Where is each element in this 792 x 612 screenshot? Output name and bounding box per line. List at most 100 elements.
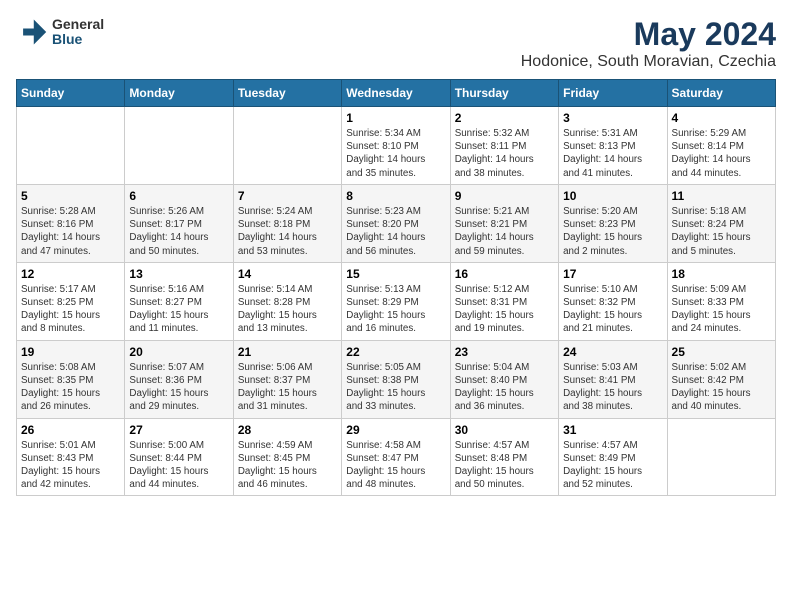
day-number: 18: [672, 267, 771, 281]
day-number: 19: [21, 345, 120, 359]
table-row: 3 Sunrise: 5:31 AM Sunset: 8:13 PM Daylig…: [559, 107, 667, 185]
day-number: 2: [455, 111, 554, 125]
table-row: 1 Sunrise: 5:34 AM Sunset: 8:10 PM Daylig…: [342, 107, 450, 185]
day-info: Sunrise: 4:59 AM Sunset: 8:45 PM Dayligh…: [238, 439, 337, 492]
logo-text: General Blue: [52, 17, 104, 48]
day-info: Sunrise: 5:17 AM Sunset: 8:25 PM Dayligh…: [21, 283, 120, 336]
table-row: 12 Sunrise: 5:17 AM Sunset: 8:25 PM Dayli…: [17, 262, 125, 340]
calendar-week-row: 26 Sunrise: 5:01 AM Sunset: 8:43 PM Dayli…: [17, 418, 776, 496]
table-row: 31Sunrise: 4:57 AM Sunset: 8:49 PM Dayli…: [559, 418, 667, 496]
table-row: 11 Sunrise: 5:18 AM Sunset: 8:24 PM Dayli…: [667, 184, 775, 262]
day-info: Sunrise: 5:03 AM Sunset: 8:41 PM Dayligh…: [563, 361, 662, 414]
calendar-week-row: 5 Sunrise: 5:28 AM Sunset: 8:16 PM Daylig…: [17, 184, 776, 262]
table-row: 29 Sunrise: 4:58 AM Sunset: 8:47 PM Dayli…: [342, 418, 450, 496]
day-number: 26: [21, 423, 120, 437]
day-number: 15: [346, 267, 445, 281]
day-info: Sunrise: 5:29 AM Sunset: 8:14 PM Dayligh…: [672, 127, 771, 180]
table-row: 19Sunrise: 5:08 AM Sunset: 8:35 PM Dayli…: [17, 340, 125, 418]
day-number: 24: [563, 345, 662, 359]
day-info: Sunrise: 5:10 AM Sunset: 8:32 PM Dayligh…: [563, 283, 662, 336]
table-row: 22Sunrise: 5:05 AM Sunset: 8:38 PM Dayli…: [342, 340, 450, 418]
calendar-week-row: 1 Sunrise: 5:34 AM Sunset: 8:10 PM Daylig…: [17, 107, 776, 185]
table-row: 23 Sunrise: 5:04 AM Sunset: 8:40 PM Dayli…: [450, 340, 558, 418]
day-number: 28: [238, 423, 337, 437]
table-row: 8 Sunrise: 5:23 AM Sunset: 8:20 PM Daylig…: [342, 184, 450, 262]
day-info: Sunrise: 5:04 AM Sunset: 8:40 PM Dayligh…: [455, 361, 554, 414]
header-wednesday: Wednesday: [342, 80, 450, 107]
day-number: 8: [346, 189, 445, 203]
calendar-week-row: 12 Sunrise: 5:17 AM Sunset: 8:25 PM Dayli…: [17, 262, 776, 340]
day-number: 20: [129, 345, 228, 359]
day-number: 25: [672, 345, 771, 359]
header-sunday: Sunday: [17, 80, 125, 107]
day-info: Sunrise: 5:12 AM Sunset: 8:31 PM Dayligh…: [455, 283, 554, 336]
calendar-title: May 2024: [521, 16, 776, 53]
day-number: 31: [563, 423, 662, 437]
table-row: [125, 107, 233, 185]
calendar-subtitle: Hodonice, South Moravian, Czechia: [521, 53, 776, 71]
table-row: 17 Sunrise: 5:10 AM Sunset: 8:32 PM Dayli…: [559, 262, 667, 340]
table-row: 27 Sunrise: 5:00 AM Sunset: 8:44 PM Dayli…: [125, 418, 233, 496]
day-number: 14: [238, 267, 337, 281]
day-info: Sunrise: 5:16 AM Sunset: 8:27 PM Dayligh…: [129, 283, 228, 336]
day-number: 3: [563, 111, 662, 125]
day-info: Sunrise: 5:02 AM Sunset: 8:42 PM Dayligh…: [672, 361, 771, 414]
logo-blue: Blue: [52, 32, 104, 47]
day-info: Sunrise: 5:24 AM Sunset: 8:18 PM Dayligh…: [238, 205, 337, 258]
table-row: 2 Sunrise: 5:32 AM Sunset: 8:11 PM Daylig…: [450, 107, 558, 185]
day-number: 21: [238, 345, 337, 359]
day-number: 9: [455, 189, 554, 203]
table-row: [233, 107, 341, 185]
day-info: Sunrise: 5:28 AM Sunset: 8:16 PM Dayligh…: [21, 205, 120, 258]
day-number: 22: [346, 345, 445, 359]
title-block: May 2024 Hodonice, South Moravian, Czech…: [521, 16, 776, 71]
table-row: 15 Sunrise: 5:13 AM Sunset: 8:29 PM Dayli…: [342, 262, 450, 340]
day-info: Sunrise: 5:01 AM Sunset: 8:43 PM Dayligh…: [21, 439, 120, 492]
day-number: 17: [563, 267, 662, 281]
day-info: Sunrise: 5:18 AM Sunset: 8:24 PM Dayligh…: [672, 205, 771, 258]
calendar-table: Sunday Monday Tuesday Wednesday Thursday…: [16, 79, 776, 496]
day-info: Sunrise: 5:34 AM Sunset: 8:10 PM Dayligh…: [346, 127, 445, 180]
table-row: 30Sunrise: 4:57 AM Sunset: 8:48 PM Dayli…: [450, 418, 558, 496]
day-info: Sunrise: 5:20 AM Sunset: 8:23 PM Dayligh…: [563, 205, 662, 258]
table-row: 4 Sunrise: 5:29 AM Sunset: 8:14 PM Daylig…: [667, 107, 775, 185]
table-row: 5 Sunrise: 5:28 AM Sunset: 8:16 PM Daylig…: [17, 184, 125, 262]
day-info: Sunrise: 5:07 AM Sunset: 8:36 PM Dayligh…: [129, 361, 228, 414]
table-row: 16Sunrise: 5:12 AM Sunset: 8:31 PM Dayli…: [450, 262, 558, 340]
day-number: 6: [129, 189, 228, 203]
day-info: Sunrise: 5:31 AM Sunset: 8:13 PM Dayligh…: [563, 127, 662, 180]
table-row: [17, 107, 125, 185]
table-row: [667, 418, 775, 496]
header-thursday: Thursday: [450, 80, 558, 107]
day-info: Sunrise: 5:32 AM Sunset: 8:11 PM Dayligh…: [455, 127, 554, 180]
day-info: Sunrise: 5:21 AM Sunset: 8:21 PM Dayligh…: [455, 205, 554, 258]
day-number: 1: [346, 111, 445, 125]
day-number: 13: [129, 267, 228, 281]
day-info: Sunrise: 5:00 AM Sunset: 8:44 PM Dayligh…: [129, 439, 228, 492]
day-number: 12: [21, 267, 120, 281]
day-info: Sunrise: 5:06 AM Sunset: 8:37 PM Dayligh…: [238, 361, 337, 414]
day-info: Sunrise: 5:14 AM Sunset: 8:28 PM Dayligh…: [238, 283, 337, 336]
day-number: 5: [21, 189, 120, 203]
day-number: 11: [672, 189, 771, 203]
weekday-header-row: Sunday Monday Tuesday Wednesday Thursday…: [17, 80, 776, 107]
table-row: 18Sunrise: 5:09 AM Sunset: 8:33 PM Dayli…: [667, 262, 775, 340]
day-number: 23: [455, 345, 554, 359]
page-header: General Blue May 2024 Hodonice, South Mo…: [16, 16, 776, 71]
day-number: 4: [672, 111, 771, 125]
table-row: 10Sunrise: 5:20 AM Sunset: 8:23 PM Dayli…: [559, 184, 667, 262]
day-info: Sunrise: 4:58 AM Sunset: 8:47 PM Dayligh…: [346, 439, 445, 492]
table-row: 26 Sunrise: 5:01 AM Sunset: 8:43 PM Dayli…: [17, 418, 125, 496]
day-info: Sunrise: 5:13 AM Sunset: 8:29 PM Dayligh…: [346, 283, 445, 336]
logo-general: General: [52, 17, 104, 32]
day-number: 30: [455, 423, 554, 437]
table-row: 14 Sunrise: 5:14 AM Sunset: 8:28 PM Dayli…: [233, 262, 341, 340]
day-info: Sunrise: 5:23 AM Sunset: 8:20 PM Dayligh…: [346, 205, 445, 258]
table-row: 28 Sunrise: 4:59 AM Sunset: 8:45 PM Dayli…: [233, 418, 341, 496]
table-row: 6Sunrise: 5:26 AM Sunset: 8:17 PM Daylig…: [125, 184, 233, 262]
day-number: 27: [129, 423, 228, 437]
table-row: 9 Sunrise: 5:21 AM Sunset: 8:21 PM Daylig…: [450, 184, 558, 262]
logo: General Blue: [16, 16, 104, 48]
header-friday: Friday: [559, 80, 667, 107]
day-number: 29: [346, 423, 445, 437]
